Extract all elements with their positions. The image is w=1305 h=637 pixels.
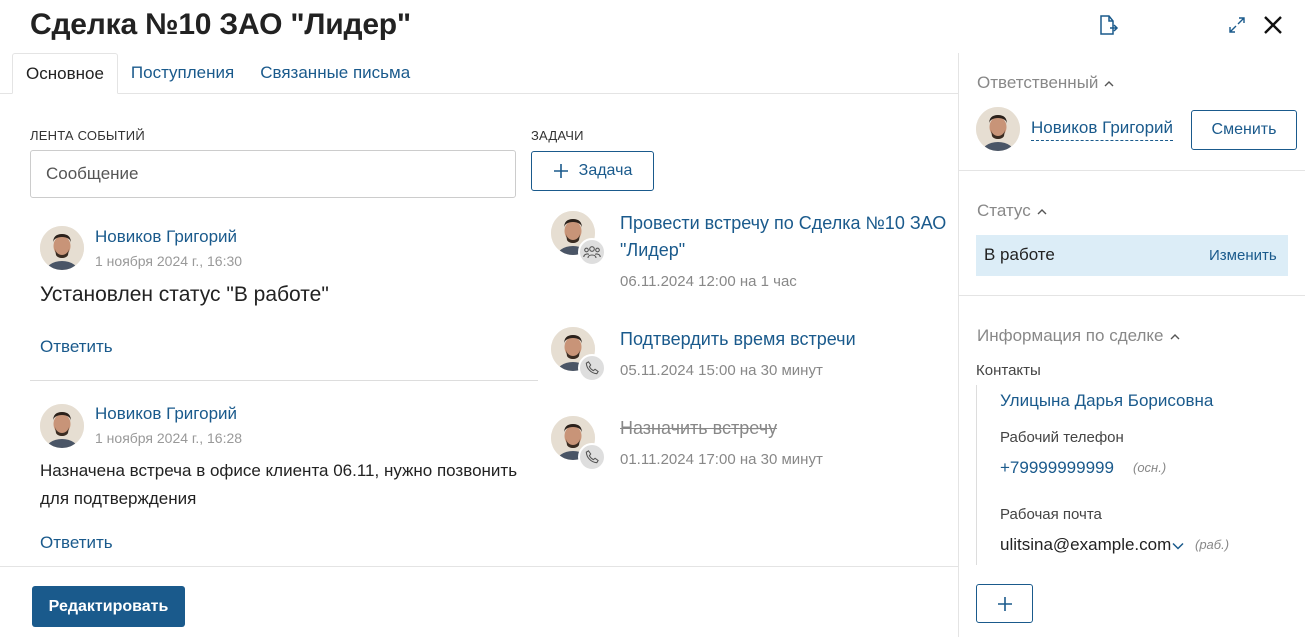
tab-main[interactable]: Основное	[12, 53, 118, 94]
sidebar-separator	[959, 170, 1305, 171]
phone-label: Рабочий телефон	[1000, 429, 1124, 446]
phone-link[interactable]: +79999999999	[1000, 458, 1114, 478]
event-text: Установлен статус "В работе"	[40, 283, 329, 306]
task-meta: 01.11.2024 17:00 на 30 минут	[620, 451, 823, 468]
chevron-up-icon	[1037, 208, 1047, 214]
change-status-link[interactable]: Изменить	[1209, 247, 1277, 264]
tab-related-emails[interactable]: Связанные письма	[247, 53, 423, 94]
task-title[interactable]: Провести встречу по Сделка №10 ЗАО "Лиде…	[620, 210, 950, 264]
task-title-completed[interactable]: Назначить встречу	[620, 415, 950, 442]
status-heading-label: Статус	[977, 201, 1031, 220]
group-icon	[578, 238, 606, 266]
chevron-up-icon	[1170, 333, 1180, 339]
phone-icon	[578, 443, 606, 471]
close-icon[interactable]	[1260, 12, 1286, 38]
email-value[interactable]: ulitsina@example.com	[1000, 535, 1171, 555]
sidebar-separator	[959, 295, 1305, 296]
expand-icon[interactable]	[1224, 12, 1250, 38]
event-date: 1 ноября 2024 г., 16:28	[95, 430, 243, 446]
add-task-button[interactable]: Задача	[531, 151, 654, 191]
status-value: В работе	[984, 245, 1055, 264]
add-contact-button[interactable]	[976, 584, 1033, 623]
event-date: 1 ноября 2024 г., 16:30	[95, 253, 243, 269]
event-text: Назначена встреча в офисе клиента 06.11,…	[40, 461, 518, 508]
event-author[interactable]: Новиков Григорий	[95, 404, 237, 424]
change-responsible-button[interactable]: Сменить	[1191, 110, 1297, 150]
responsible-heading-label: Ответственный	[977, 73, 1099, 92]
avatar	[40, 404, 84, 448]
tab-receipts[interactable]: Поступления	[118, 53, 247, 94]
responsible-name[interactable]: Новиков Григорий	[1031, 118, 1174, 141]
event-divider	[30, 380, 538, 381]
deal-info-heading-label: Информация по сделке	[977, 326, 1164, 345]
tab-bar: Основное Поступления Связанные письма	[12, 53, 423, 94]
event-author[interactable]: Новиков Григорий	[95, 227, 237, 247]
plus-icon	[997, 596, 1012, 611]
edit-button[interactable]: Редактировать	[32, 586, 185, 627]
message-input[interactable]	[30, 150, 516, 198]
change-responsible-label: Сменить	[1211, 121, 1277, 138]
email-tag: (раб.)	[1195, 537, 1230, 552]
sidebar-divider	[958, 53, 959, 637]
export-icon[interactable]	[1094, 12, 1120, 38]
chevron-up-icon	[1104, 80, 1114, 86]
tasks-section-label: ЗАДАЧИ	[531, 128, 584, 143]
feed-section-label: ЛЕНТА СОБЫТИЙ	[30, 128, 145, 143]
plus-icon	[553, 164, 568, 178]
task-meta: 05.11.2024 15:00 на 30 минут	[620, 362, 823, 379]
phone-icon	[578, 354, 606, 382]
avatar	[976, 107, 1020, 151]
status-heading[interactable]: Статус	[977, 201, 1047, 221]
reply-link[interactable]: Ответить	[40, 533, 113, 553]
reply-link[interactable]: Ответить	[40, 337, 113, 357]
email-label: Рабочая почта	[1000, 506, 1102, 523]
chevron-down-icon[interactable]	[1172, 537, 1186, 551]
add-task-label: Задача	[578, 162, 633, 179]
contact-indent-line	[976, 385, 977, 565]
task-title[interactable]: Подтвердить время встречи	[620, 326, 950, 353]
contact-name[interactable]: Улицына Дарья Борисовна	[1000, 391, 1213, 411]
page-title: Сделка №10 ЗАО "Лидер"	[30, 8, 411, 41]
avatar	[40, 226, 84, 270]
responsible-heading[interactable]: Ответственный	[977, 73, 1114, 93]
phone-tag: (осн.)	[1133, 460, 1167, 475]
contacts-label: Контакты	[976, 362, 1041, 379]
task-meta: 06.11.2024 12:00 на 1 час	[620, 273, 797, 290]
deal-info-heading[interactable]: Информация по сделке	[977, 326, 1180, 346]
